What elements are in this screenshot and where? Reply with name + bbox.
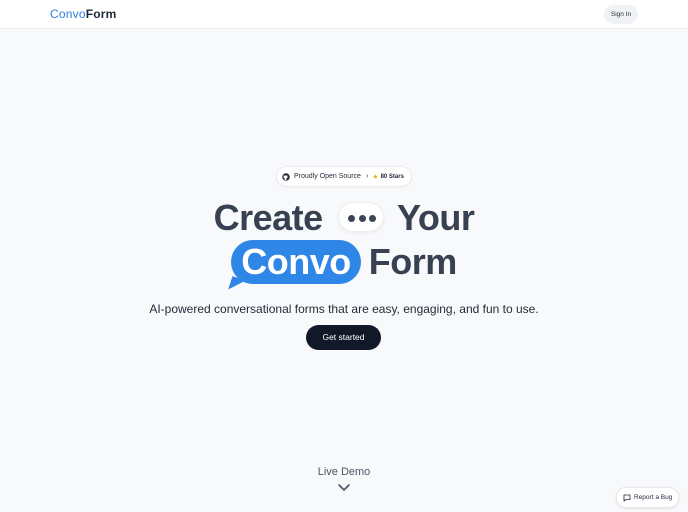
hero-word-your: Your: [397, 197, 475, 238]
typing-dots-icon: [338, 202, 385, 233]
hero-word-create: Create: [213, 197, 324, 238]
github-icon: [282, 172, 290, 181]
live-demo-label[interactable]: Live Demo: [0, 466, 688, 478]
open-source-badge[interactable]: Proudly Open Source › ★ 80 Stars: [276, 166, 412, 187]
logo-text-form: Form: [85, 7, 117, 21]
logo-text-convo: Convo: [50, 7, 86, 21]
report-bug-button[interactable]: Report a Bug: [616, 487, 679, 508]
star-icon: ★: [372, 173, 379, 181]
hero-title-line1: Create Your: [0, 197, 688, 239]
speech-bubble-tail: [228, 276, 247, 294]
open-source-label: Proudly Open Source: [294, 173, 361, 180]
get-started-button[interactable]: Get started: [306, 325, 381, 350]
hero-subtitle: AI-powered conversational forms that are…: [149, 302, 539, 316]
hero-word-form: Form: [368, 241, 458, 282]
message-icon: [623, 494, 631, 501]
convo-speech-bubble: Convo: [228, 240, 361, 294]
chevron-right-icon: ›: [365, 173, 369, 180]
star-count: 80 Stars: [380, 173, 404, 180]
report-bug-label: Report a Bug: [634, 494, 673, 501]
chevron-down-icon[interactable]: [337, 483, 351, 493]
hero-word-convo: Convo: [241, 241, 351, 282]
top-navbar: ConvoForm Sign In: [0, 0, 688, 29]
hero-title-line2: Convo Form: [0, 240, 688, 294]
sign-in-button[interactable]: Sign In: [604, 5, 638, 24]
logo[interactable]: ConvoForm: [50, 7, 117, 22]
